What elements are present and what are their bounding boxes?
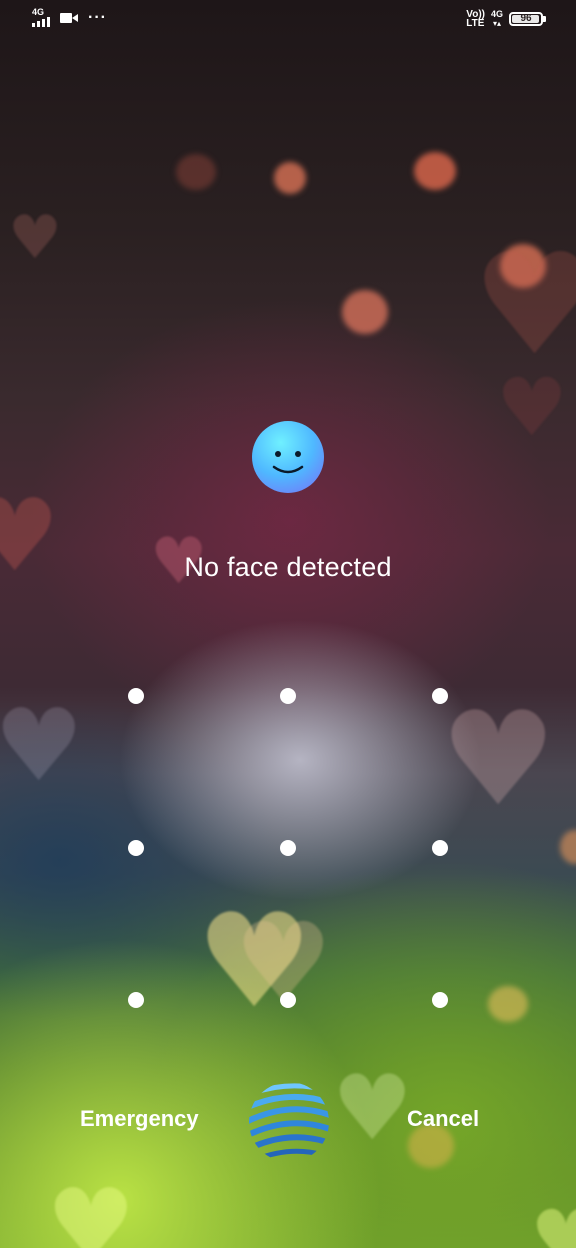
assistant-globe-icon[interactable] — [248, 1081, 330, 1163]
pattern-dot[interactable] — [128, 688, 144, 704]
pattern-dot[interactable] — [128, 992, 144, 1008]
more-dots-icon: ··· — [88, 8, 107, 26]
bokeh-light — [342, 290, 388, 334]
bokeh-light — [488, 986, 528, 1022]
face-status-message: No face detected — [184, 552, 392, 582]
pattern-dot[interactable] — [128, 840, 144, 856]
network-type-label: 4G — [32, 7, 45, 17]
decorative-heart: ♥ — [472, 224, 576, 387]
decorative-heart: ♥ — [46, 1167, 136, 1248]
bokeh-light — [560, 830, 576, 864]
pattern-dot[interactable] — [280, 840, 296, 856]
lock-screen: ♥ ♥ ♥ ♥ ♥ ♥ ♥ ♥ ♥ ♥ ♥ ♥ 4G ··· Vo)) LTE … — [0, 0, 576, 1248]
volte-icon: Vo)) LTE — [466, 9, 485, 29]
decorative-heart: ♥ — [530, 1193, 576, 1248]
bokeh-light — [274, 162, 306, 194]
data-type-label: 4G — [490, 9, 503, 19]
decorative-heart: ♥ — [8, 203, 62, 273]
pattern-dot[interactable] — [280, 688, 296, 704]
smiley-face-icon — [252, 421, 324, 493]
signal-icon: 4G — [32, 8, 50, 27]
battery-level: 96 — [520, 13, 532, 24]
decorative-heart: ♥ — [332, 1056, 413, 1161]
video-icon — [60, 12, 78, 24]
data-4g-icon: 4G ▾▴ — [490, 9, 503, 29]
decorative-heart: ♥ — [496, 361, 568, 454]
pattern-dot[interactable] — [432, 688, 448, 704]
decorative-heart: ♥ — [0, 687, 84, 804]
decorative-heart: ♥ — [440, 683, 557, 835]
emergency-button[interactable]: Emergency — [80, 1106, 199, 1132]
bokeh-light — [176, 154, 216, 190]
status-bar: 4G ··· Vo)) LTE 4G ▾▴ 96 — [0, 0, 576, 40]
pattern-dot[interactable] — [280, 992, 296, 1008]
pattern-dot[interactable] — [432, 840, 448, 856]
bokeh-light — [414, 152, 456, 190]
pattern-dot[interactable] — [432, 992, 448, 1008]
battery-icon: 96 — [509, 12, 543, 26]
cancel-button[interactable]: Cancel — [407, 1106, 479, 1132]
